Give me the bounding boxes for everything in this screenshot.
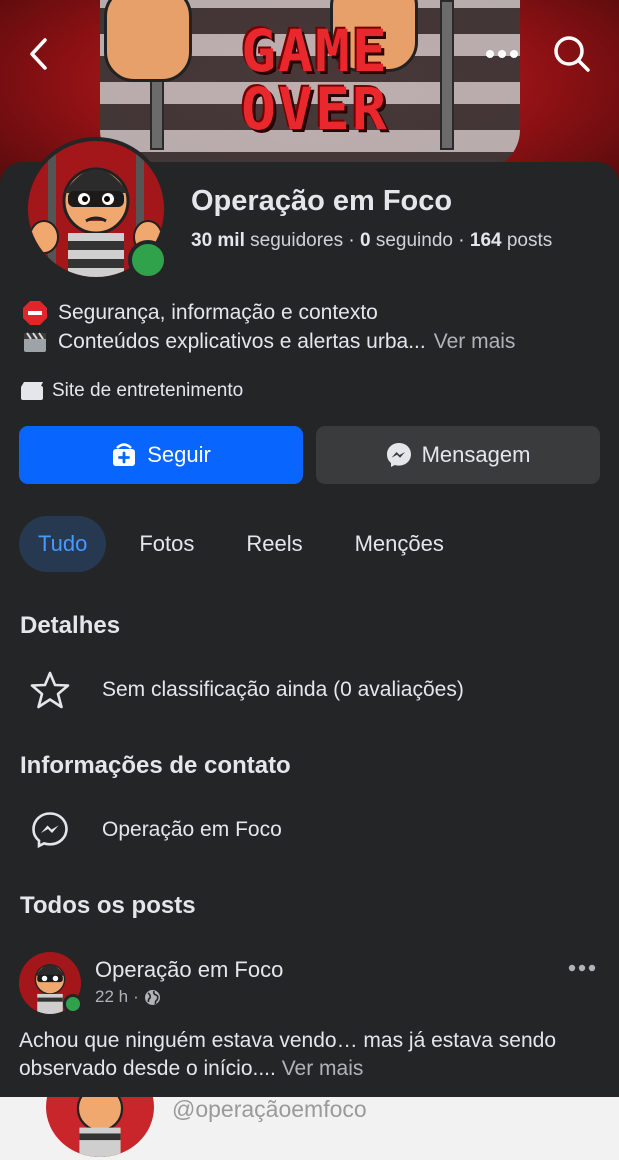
bio-line-1: Segurança, informação e contexto [58,301,378,324]
following-count[interactable]: 0 [360,230,371,251]
post-meta-dot: · [133,987,139,1006]
rating-row[interactable]: Sem classificação ainda (0 avaliações) [30,670,464,710]
followers-count[interactable]: 30 mil [191,230,245,251]
all-posts-heading: Todos os posts [20,892,196,919]
chevron-left-icon [30,38,47,70]
followers-label[interactable]: seguidores [250,230,343,251]
page-name: Operação em Foco [191,185,453,217]
post-text: Achou que ninguém estava vendo… mas já e… [19,1027,599,1083]
clapperboard-icon [21,382,43,400]
tab-reels[interactable]: Reels [227,516,321,572]
tab-tudo[interactable]: Tudo [19,516,107,572]
page-category: Site de entretenimento [20,380,243,402]
more-options-button[interactable] [478,30,526,78]
following-label[interactable]: seguindo [376,230,453,251]
messenger-icon [386,443,411,467]
globe-icon [144,989,160,1005]
post-time[interactable]: 22 h [95,987,128,1007]
follow-label: Seguir [147,442,211,467]
posts-count: 164 [469,230,502,251]
cover-bar [440,0,454,150]
search-button[interactable] [548,30,596,78]
post-see-more-link[interactable]: Ver mais [282,1057,364,1080]
cover-game-over-text: GAME OVER [241,17,389,143]
ellipsis-icon [486,50,518,58]
details-heading: Detalhes [20,612,121,639]
profile-stats: 30 mil seguidores · 0 seguindo · 164 pos… [191,230,552,252]
rating-text: Sem classificação ainda (0 avaliações) [102,678,464,701]
follow-icon [113,443,136,466]
message-label: Mensagem [421,442,531,467]
cover-fist [104,0,192,82]
search-icon [554,36,590,72]
category-label: Site de entretenimento [52,380,244,401]
ellipsis-icon [568,964,596,972]
follow-button[interactable]: Seguir [19,426,303,484]
stop-sign-icon [20,300,50,325]
post-meta: 22 h · [95,987,161,1007]
messenger-contact-name: Operação em Foco [102,818,282,841]
post-author-online-indicator [63,994,83,1014]
clapperboard-icon [20,330,50,354]
image-overlay-strip: @operaçãoemfoco [0,1097,619,1160]
profile-tabs: Tudo Fotos Reels Menções [19,516,477,572]
overlay-handle: @operaçãoemfoco [172,1097,367,1122]
message-button[interactable]: Mensagem [316,426,600,484]
star-icon [30,670,70,710]
overlay-avatar [46,1097,154,1157]
tab-fotos[interactable]: Fotos [120,516,213,572]
bio: Segurança, informação e contexto Conteúd… [20,298,515,356]
posts-label: posts [506,230,553,251]
thief-avatar-art [50,1097,150,1157]
tab-mencoes[interactable]: Menções [336,516,463,572]
stats-separator: · [458,230,465,251]
contact-heading: Informações de contato [20,752,291,779]
stats-separator: · [348,230,355,251]
bio-line-2: Conteúdos explicativos e alertas urba... [58,330,426,353]
messenger-outline-icon [30,810,70,850]
back-button[interactable] [14,30,62,78]
bio-see-more-link[interactable]: Ver mais [434,327,516,356]
post-options-button[interactable] [565,954,599,982]
messenger-contact-row[interactable]: Operação em Foco [30,810,282,850]
online-status-indicator [128,240,168,280]
post-header: Operação em Foco 22 h · [19,950,599,1014]
bio-line: Conteúdos explicativos e alertas urba...… [20,327,515,356]
post-author-name[interactable]: Operação em Foco [95,957,283,983]
bio-line: Segurança, informação e contexto [20,298,515,327]
